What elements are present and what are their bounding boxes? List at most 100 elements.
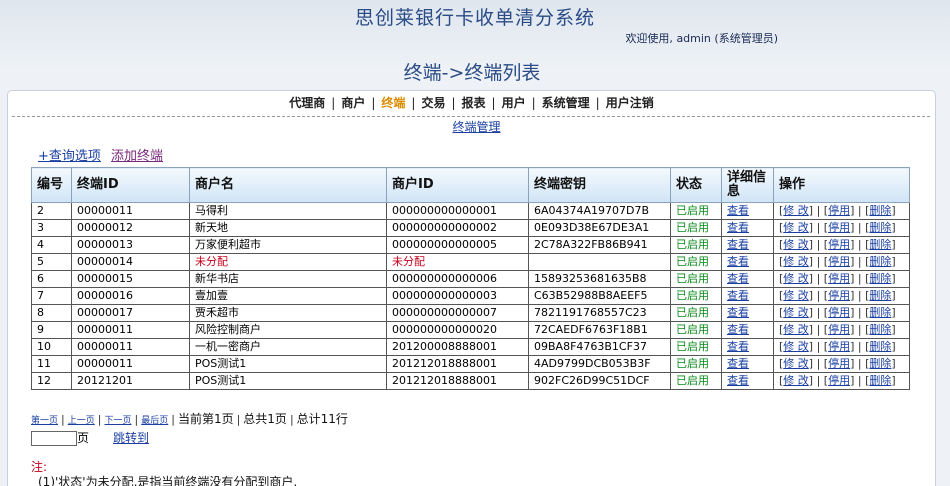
bracket-sep: ] | [ bbox=[850, 357, 870, 370]
welcome-text: 欢迎使用, bbox=[625, 32, 673, 45]
disable-link[interactable]: 停用 bbox=[828, 306, 850, 319]
disable-link[interactable]: 停用 bbox=[828, 323, 850, 336]
edit-link[interactable]: 修 改 bbox=[783, 255, 809, 268]
delete-link[interactable]: 删除 bbox=[869, 204, 891, 217]
view-detail-link[interactable]: 查看 bbox=[727, 221, 749, 234]
cell-no: 2 bbox=[31, 202, 72, 220]
prev-page-link[interactable]: 上一页 bbox=[68, 416, 95, 426]
disable-link[interactable]: 停用 bbox=[828, 374, 850, 387]
nav-item-agent[interactable]: 代理商 bbox=[289, 96, 325, 110]
view-detail-link[interactable]: 查看 bbox=[727, 238, 749, 251]
view-detail-link[interactable]: 查看 bbox=[727, 306, 749, 319]
last-page-link[interactable]: 最后页 bbox=[141, 416, 168, 426]
jump-link[interactable]: 跳转到 bbox=[113, 431, 149, 445]
disable-link[interactable]: 停用 bbox=[828, 238, 850, 251]
bracket-sep: ] | [ bbox=[850, 272, 870, 285]
bracket-sep: ] | [ bbox=[808, 204, 829, 217]
cell-terminal-id: 00000012 bbox=[71, 219, 190, 237]
disable-link[interactable]: 停用 bbox=[828, 255, 850, 268]
cell-terminal-key: 2C78A322FB86B941 bbox=[528, 236, 671, 254]
edit-link[interactable]: 修 改 bbox=[783, 357, 809, 370]
bracket-sep: ] | [ bbox=[850, 323, 870, 336]
cell-terminal-id: 00000011 bbox=[71, 202, 190, 220]
table-row: 2 00000011 马得利 000000000000001 6A04374A19707… bbox=[31, 202, 910, 220]
cell-no: 5 bbox=[31, 253, 72, 271]
cell-terminal-key: 4AD9799DCB053B3F bbox=[528, 355, 671, 373]
cell-operations: [修 改] | [停用] | [删除] bbox=[773, 304, 910, 322]
edit-link[interactable]: 修 改 bbox=[783, 374, 809, 387]
table-row: 3 00000012 新天地 000000000000002 0E093D38E67DE… bbox=[31, 219, 910, 237]
cell-merchant-id: 未分配 bbox=[386, 253, 529, 271]
delete-link[interactable]: 删除 bbox=[869, 357, 891, 370]
edit-link[interactable]: 修 改 bbox=[783, 289, 809, 302]
delete-link[interactable]: 删除 bbox=[869, 221, 891, 234]
disable-link[interactable]: 停用 bbox=[828, 272, 850, 285]
nav-separator: | bbox=[331, 96, 336, 110]
disable-link[interactable]: 停用 bbox=[828, 340, 850, 353]
nav-item-system[interactable]: 系统管理 bbox=[542, 96, 590, 110]
delete-link[interactable]: 删除 bbox=[869, 272, 891, 285]
cell-operations: [修 改] | [停用] | [删除] bbox=[773, 270, 910, 288]
edit-link[interactable]: 修 改 bbox=[783, 221, 809, 234]
view-detail-link[interactable]: 查看 bbox=[727, 323, 749, 336]
page-number-input[interactable] bbox=[31, 431, 77, 446]
cell-operations: [修 改] | [停用] | [删除] bbox=[773, 372, 910, 390]
next-page-link[interactable]: 下一页 bbox=[104, 416, 131, 426]
nav-item-logout[interactable]: 用户注销 bbox=[606, 96, 654, 110]
cell-terminal-id: 00000017 bbox=[71, 304, 190, 322]
view-detail-link[interactable]: 查看 bbox=[727, 204, 749, 217]
col-header-merchant-name: 商户名 bbox=[189, 167, 387, 203]
nav-item-report[interactable]: 报表 bbox=[462, 96, 486, 110]
edit-link[interactable]: 修 改 bbox=[783, 340, 809, 353]
delete-link[interactable]: 删除 bbox=[869, 255, 891, 268]
nav-item-transaction[interactable]: 交易 bbox=[421, 96, 445, 110]
cell-terminal-id: 00000011 bbox=[71, 338, 190, 356]
query-options-link[interactable]: +查询选项 bbox=[38, 149, 101, 164]
view-detail-link[interactable]: 查看 bbox=[727, 272, 749, 285]
disable-link[interactable]: 停用 bbox=[828, 357, 850, 370]
cell-terminal-id: 00000016 bbox=[71, 287, 190, 305]
page-jump: 页 跳转到 bbox=[31, 429, 149, 446]
edit-link[interactable]: 修 改 bbox=[783, 238, 809, 251]
view-detail-link[interactable]: 查看 bbox=[727, 289, 749, 302]
edit-link[interactable]: 修 改 bbox=[783, 323, 809, 336]
bracket-close: ] bbox=[891, 255, 896, 268]
nav-separator: | bbox=[371, 96, 376, 110]
view-detail-link[interactable]: 查看 bbox=[727, 357, 749, 370]
add-terminal-link[interactable]: 添加终端 bbox=[111, 149, 163, 164]
cell-merchant-id: 000000000000007 bbox=[386, 304, 529, 322]
edit-link[interactable]: 修 改 bbox=[783, 306, 809, 319]
cell-merchant-id: 000000000000001 bbox=[386, 202, 529, 220]
edit-link[interactable]: 修 改 bbox=[783, 272, 809, 285]
view-detail-link[interactable]: 查看 bbox=[727, 374, 749, 387]
nav-item-merchant[interactable]: 商户 bbox=[341, 96, 365, 110]
subnav-terminal-manage[interactable]: 终端管理 bbox=[452, 120, 500, 134]
delete-link[interactable]: 删除 bbox=[869, 306, 891, 319]
nav-item-user[interactable]: 用户 bbox=[502, 96, 526, 110]
col-header-terminal-id: 终端ID bbox=[71, 167, 190, 203]
pager: 第一页 | 上一页 | 下一页 | 最后页 | 当前第1页 | 总共1页 | 总计11行 bbox=[31, 410, 348, 427]
delete-link[interactable]: 删除 bbox=[869, 289, 891, 302]
disable-link[interactable]: 停用 bbox=[828, 289, 850, 302]
cell-operations: [修 改] | [停用] | [删除] bbox=[773, 287, 910, 305]
cell-merchant-id: 000000000000020 bbox=[386, 321, 529, 339]
cell-status: 已启用 bbox=[670, 202, 722, 220]
cell-merchant-id: 000000000000006 bbox=[386, 270, 529, 288]
view-detail-link[interactable]: 查看 bbox=[727, 255, 749, 268]
view-detail-link[interactable]: 查看 bbox=[727, 340, 749, 353]
bracket-close: ] bbox=[891, 340, 896, 353]
table-row: 6 00000015 新华书店 000000000000006 158932536816… bbox=[31, 270, 910, 288]
first-page-link[interactable]: 第一页 bbox=[31, 416, 58, 426]
disable-link[interactable]: 停用 bbox=[828, 221, 850, 234]
edit-link[interactable]: 修 改 bbox=[783, 204, 809, 217]
delete-link[interactable]: 删除 bbox=[869, 340, 891, 353]
table-header-row: 编号 终端ID 商户名 商户ID 终端密钥 状态 详细信息 操作 bbox=[31, 167, 910, 203]
delete-link[interactable]: 删除 bbox=[869, 323, 891, 336]
delete-link[interactable]: 删除 bbox=[869, 238, 891, 251]
cell-operations: [修 改] | [停用] | [删除] bbox=[773, 219, 910, 237]
cell-merchant-id: 000000000000002 bbox=[386, 219, 529, 237]
nav-item-terminal[interactable]: 终端 bbox=[381, 96, 405, 110]
cell-terminal-id: 00000015 bbox=[71, 270, 190, 288]
delete-link[interactable]: 删除 bbox=[869, 374, 891, 387]
disable-link[interactable]: 停用 bbox=[828, 204, 850, 217]
